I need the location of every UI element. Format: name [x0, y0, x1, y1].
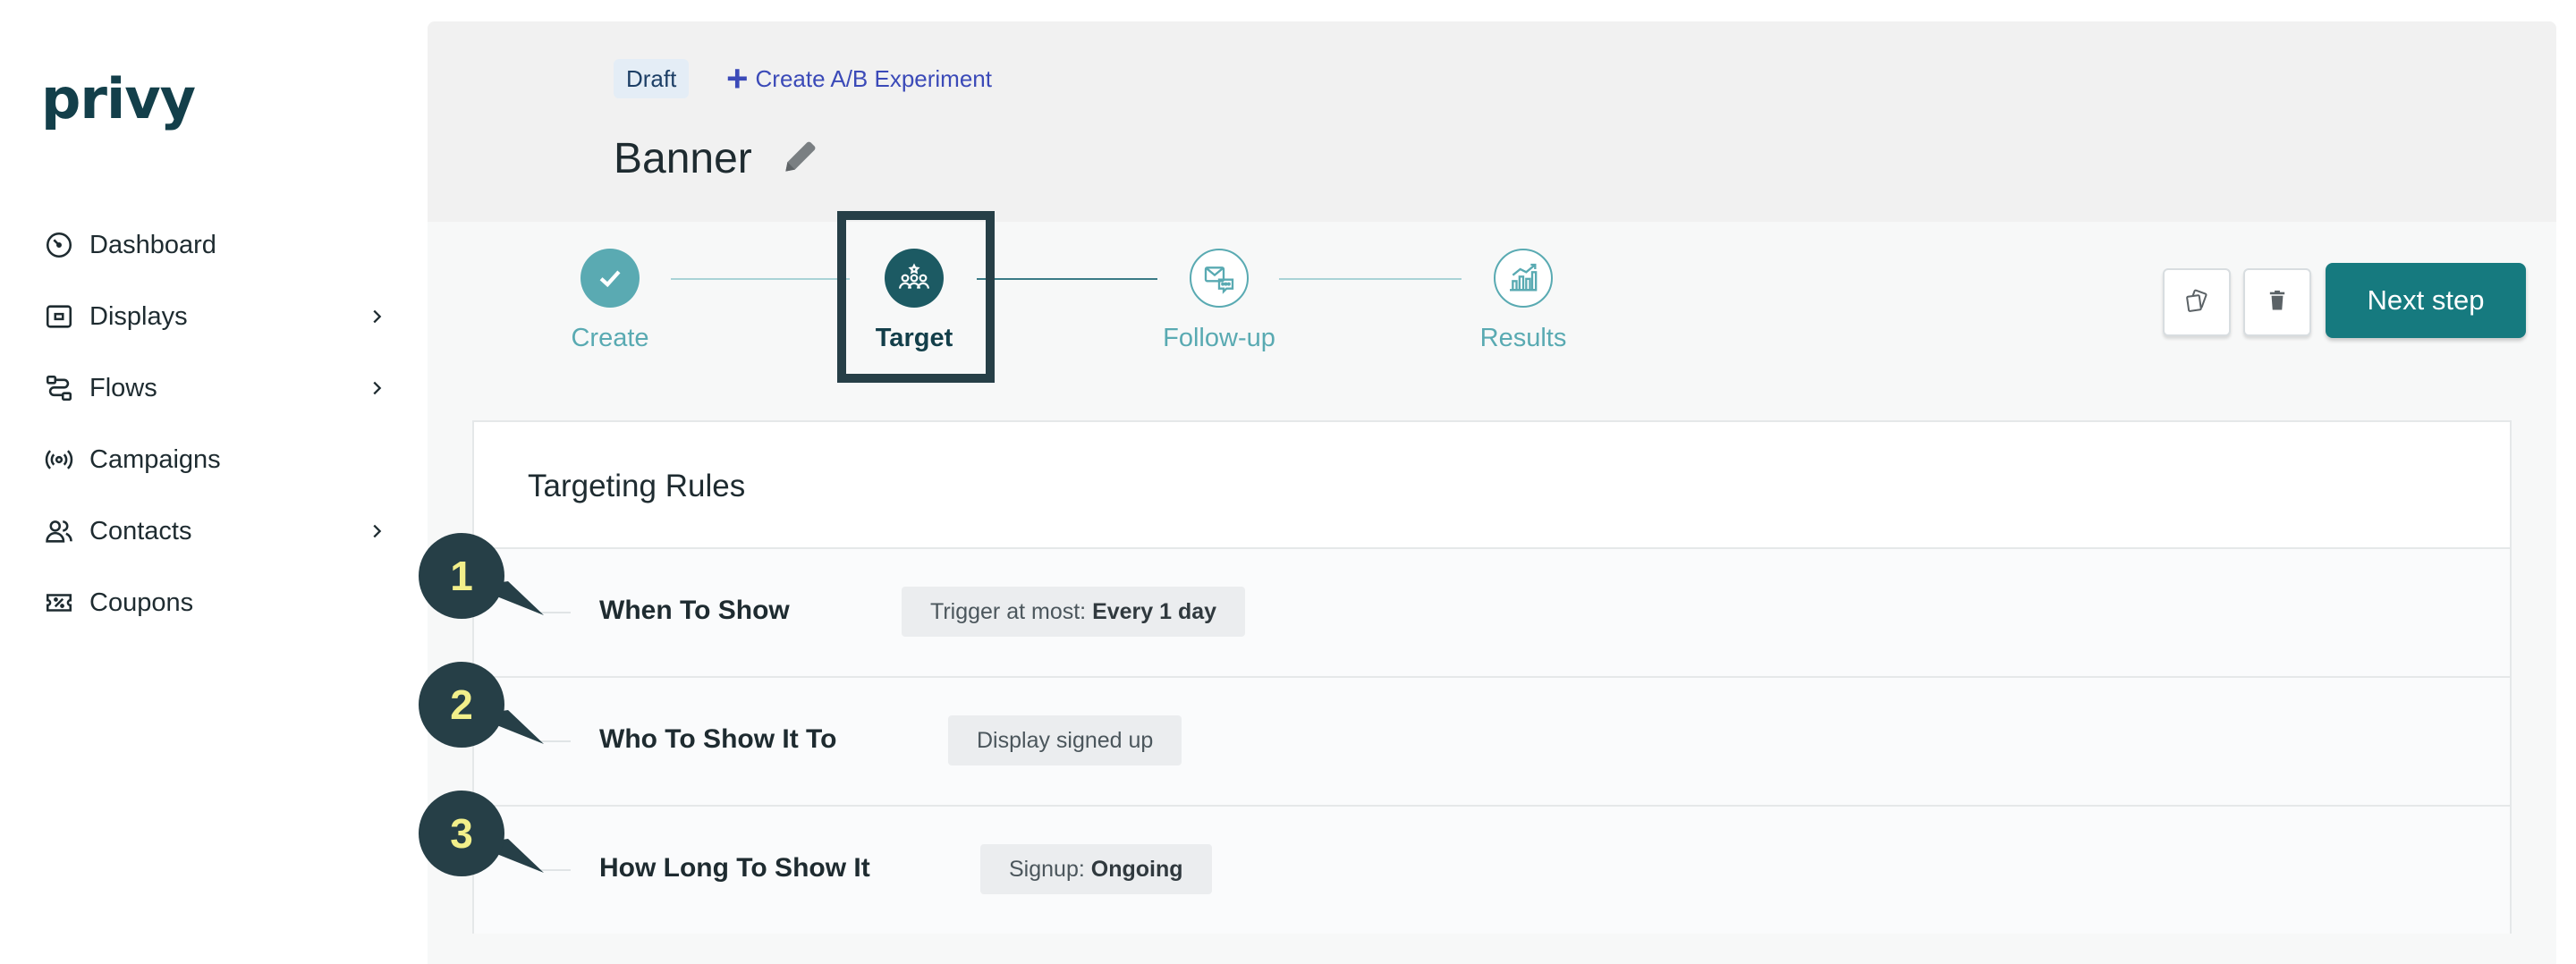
people-icon	[41, 513, 77, 549]
callout-1: 1	[419, 533, 544, 640]
sidebar-item-label: Flows	[89, 373, 157, 402]
rule-name: How Long To Show It	[599, 853, 870, 883]
main-panel: Draft + Create A/B Experiment Banner Cre…	[428, 21, 2556, 964]
sidebar-item-campaigns[interactable]: Campaigns	[41, 424, 390, 495]
privy-logo[interactable]: privy	[41, 66, 196, 131]
sidebar-item-label: Coupons	[89, 588, 194, 617]
callout-3: 3	[419, 791, 544, 898]
flow-icon	[41, 370, 77, 406]
sidebar-item-contacts[interactable]: Contacts	[41, 495, 390, 567]
sidebar-item-displays[interactable]: Displays	[41, 281, 390, 352]
speedometer-icon	[41, 227, 77, 263]
broadcast-icon	[41, 442, 77, 478]
step-create[interactable]: Create	[534, 249, 686, 353]
page-title: Banner	[614, 135, 752, 182]
stepper-connector	[1279, 278, 1462, 280]
rule-when-to-show[interactable]: When To Show Trigger at most: Every 1 da…	[474, 547, 2510, 676]
stepper-connector	[671, 278, 850, 280]
step-follow-up[interactable]: Follow-up	[1143, 249, 1295, 353]
step-label: Follow-up	[1163, 324, 1275, 352]
sidebar-item-label: Displays	[89, 301, 188, 331]
callout-2: 2	[419, 662, 544, 769]
create-ab-experiment-label: Create A/B Experiment	[755, 64, 992, 92]
sidebar-item-label: Campaigns	[89, 444, 221, 474]
message-icon	[1190, 249, 1249, 308]
callout-number: 3	[419, 791, 504, 876]
rule-name: Who To Show It To	[599, 724, 837, 754]
step-label: Create	[571, 324, 649, 352]
sidebar-item-coupons[interactable]: Coupons	[41, 567, 390, 638]
callout-number: 1	[419, 533, 504, 619]
chevron-right-icon[interactable]	[363, 518, 390, 545]
sidebar-item-label: Dashboard	[89, 230, 216, 259]
callout-number: 2	[419, 662, 504, 748]
display-icon	[41, 299, 77, 334]
rule-summary-chip: Signup: Ongoing	[980, 844, 1212, 894]
plus-icon: +	[726, 57, 749, 99]
rule-how-long-to-show[interactable]: How Long To Show It Signup: Ongoing	[474, 805, 2510, 934]
rule-name: When To Show	[599, 596, 790, 625]
check-icon	[580, 249, 640, 308]
status-badge: Draft	[614, 59, 690, 98]
stepper: Create Target Follow-up Results	[428, 222, 2556, 379]
step-label: Results	[1479, 324, 1567, 352]
sidebar-item-flows[interactable]: Flows	[41, 352, 390, 424]
sidebar: privy Dashboard Displays Flows Campaigns…	[0, 0, 428, 964]
sidebar-item-dashboard[interactable]: Dashboard	[41, 209, 390, 281]
rule-summary-chip: Display signed up	[948, 715, 1182, 765]
sidebar-nav: Dashboard Displays Flows Campaigns Conta…	[41, 209, 390, 638]
target-step-highlight	[837, 211, 995, 383]
step-results[interactable]: Results	[1447, 249, 1599, 353]
next-step-button[interactable]: Next step	[2326, 263, 2526, 338]
coupon-icon	[41, 585, 77, 621]
duplicate-button[interactable]	[2163, 268, 2231, 336]
card-title: Targeting Rules	[528, 469, 746, 503]
page-header: Draft + Create A/B Experiment Banner	[428, 21, 2556, 222]
stepper-connector	[977, 278, 1157, 280]
pencil-icon[interactable]	[778, 134, 823, 179]
targeting-rules-card: Targeting Rules When To Show Trigger at …	[472, 420, 2512, 934]
sidebar-item-label: Contacts	[89, 516, 192, 545]
delete-button[interactable]	[2243, 268, 2311, 336]
create-ab-experiment-link[interactable]: + Create A/B Experiment	[726, 59, 992, 98]
copy-icon	[2183, 287, 2210, 318]
trash-icon	[2265, 287, 2290, 318]
chevron-right-icon[interactable]	[363, 375, 390, 402]
rule-summary-chip: Trigger at most: Every 1 day	[902, 587, 1246, 637]
chart-icon	[1494, 249, 1553, 308]
rule-who-to-show[interactable]: Who To Show It To Display signed up	[474, 676, 2510, 805]
chevron-right-icon[interactable]	[363, 303, 390, 330]
